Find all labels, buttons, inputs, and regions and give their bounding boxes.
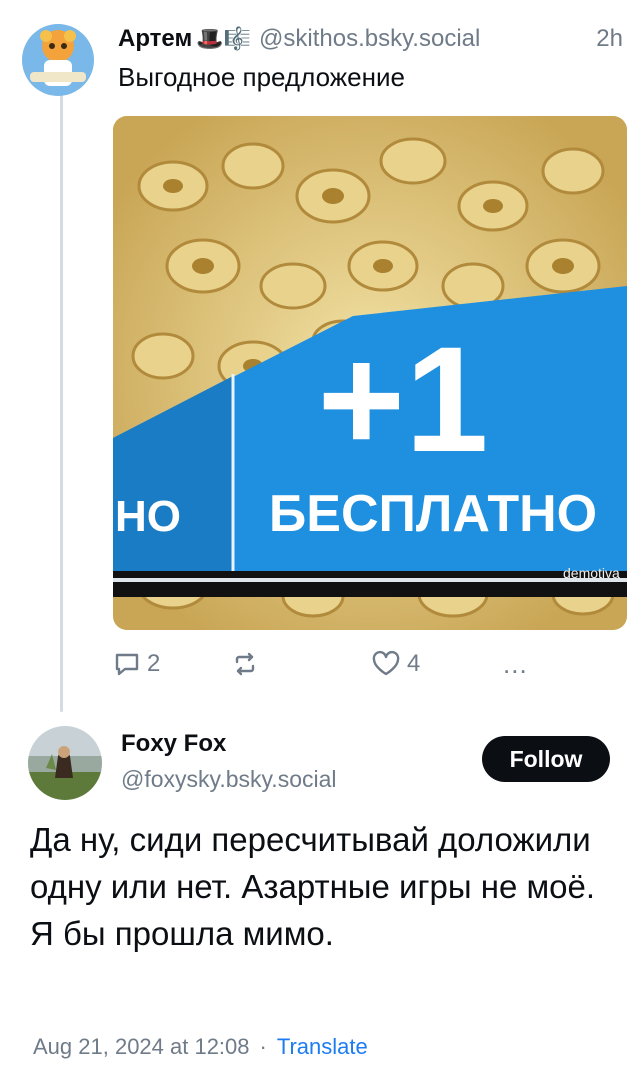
post-time[interactable]: 2h — [596, 25, 623, 53]
like-count: 4 — [407, 650, 421, 677]
pack-free-label: БЕСПЛАТНО — [269, 485, 597, 543]
post-actions: 2 4 ... — [113, 644, 627, 684]
reply-timestamp: Aug 21, 2024 at 12:08 — [33, 1034, 250, 1059]
author-handle[interactable]: @skithos.bsky.social — [259, 25, 480, 53]
reply-meta: Aug 21, 2024 at 12:08 · Translate — [33, 1034, 368, 1060]
thread-line — [60, 92, 63, 712]
meta-separator: · — [259, 1034, 267, 1059]
reply-icon — [113, 650, 141, 678]
author-avatar[interactable] — [22, 24, 94, 96]
translate-link[interactable]: Translate — [277, 1034, 368, 1060]
author-emoji: 🎩🎼 — [196, 26, 252, 51]
reply-author-handle[interactable]: @foxysky.bsky.social — [121, 766, 337, 793]
follow-button[interactable]: Follow — [482, 736, 610, 782]
reply-count: 2 — [147, 650, 161, 677]
like-button[interactable]: 4 — [371, 644, 420, 684]
reply-button[interactable]: 2 — [113, 644, 160, 684]
repost-icon — [231, 650, 259, 678]
image-watermark: demotiva — [563, 565, 620, 581]
post-text: Выгодное предложение — [118, 62, 405, 92]
post-header: Артем 🎩🎼 @skithos.bsky.social 2h — [118, 22, 623, 56]
pack-left-label: НО — [115, 492, 181, 541]
like-icon — [371, 650, 401, 678]
reply-author-avatar[interactable] — [28, 726, 102, 800]
post-image[interactable]: +1 БЕСПЛАТНО НО demotiva — [113, 116, 627, 630]
more-icon: ... — [503, 648, 528, 679]
pack-plus-label: +1 — [317, 315, 488, 483]
more-button[interactable]: ... — [503, 644, 528, 684]
reply-text: Да ну, сиди пересчитывай доложили одну и… — [30, 821, 596, 952]
repost-button[interactable] — [231, 644, 259, 684]
reply-author-name[interactable]: Foxy Fox — [121, 730, 226, 758]
post[interactable]: Артем 🎩🎼 @skithos.bsky.social 2h Выгодно… — [0, 0, 640, 712]
author-name[interactable]: Артем — [118, 25, 192, 53]
